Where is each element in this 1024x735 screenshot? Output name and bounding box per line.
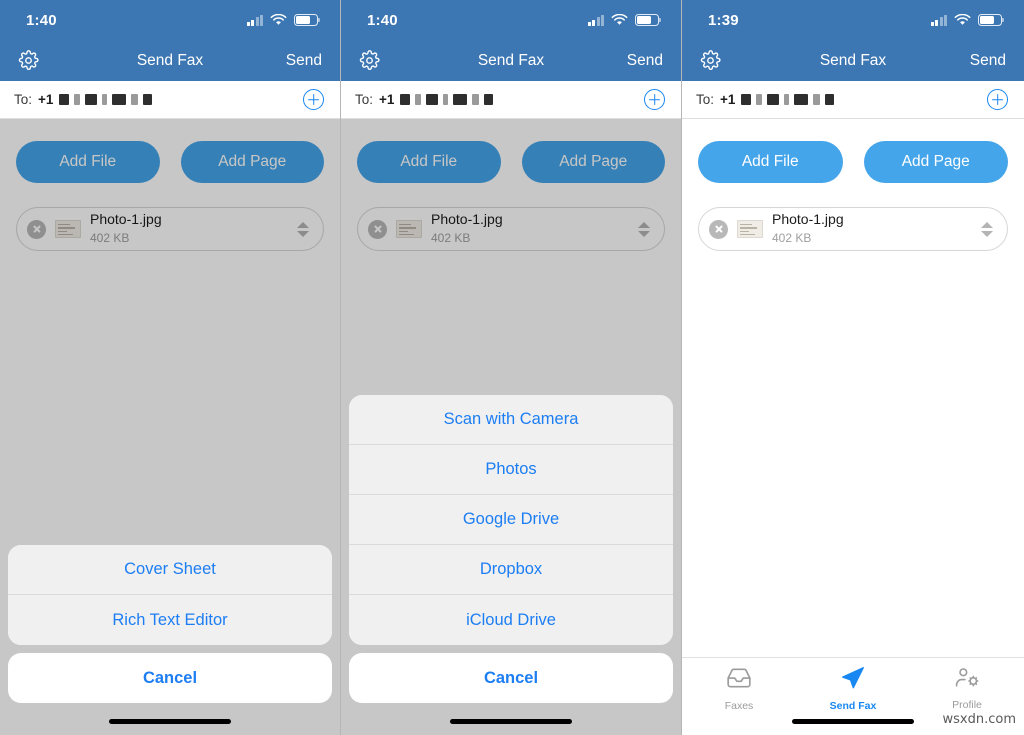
add-recipient-icon[interactable] — [987, 89, 1008, 110]
home-indicator — [792, 719, 914, 724]
status-icons — [587, 14, 662, 26]
status-icons — [246, 14, 321, 26]
add-buttons-row: Add File Add Page — [682, 119, 1024, 183]
tab-send-fax[interactable]: Send Fax — [796, 665, 910, 735]
country-code: +1 — [38, 92, 54, 107]
file-thumbnail — [737, 220, 763, 238]
gear-icon[interactable] — [700, 50, 721, 71]
compose-content: Add File Add Page Photo-1.jpg 402 KB Fax… — [682, 119, 1024, 735]
panel-add-file-sheet: 1:40 Send Fax Send To: +1 Add File Add P… — [341, 0, 682, 735]
wifi-icon — [954, 14, 971, 25]
recipient-label: To: — [14, 92, 33, 107]
action-sheet: Cover Sheet Rich Text Editor Cancel — [8, 545, 332, 703]
panel-cover-sheet-sheet: 1:40 Send Fax Send To: +1 Add File Add P… — [0, 0, 341, 735]
cancel-button[interactable]: Cancel — [8, 653, 332, 703]
panel-compose: 1:39 Send Fax Send To: +1 Add File Add P… — [682, 0, 1024, 735]
file-size: 402 KB — [772, 231, 812, 245]
wifi-icon — [270, 14, 287, 25]
navigation-bar: Send Fax Send — [341, 40, 681, 81]
add-page-button[interactable]: Add Page — [863, 141, 1008, 183]
add-recipient-icon[interactable] — [303, 89, 324, 110]
recipient-field[interactable]: To: +1 — [0, 81, 340, 119]
tab-label: Faxes — [724, 700, 754, 712]
cellular-signal-icon — [587, 14, 604, 26]
recipient-label: To: — [355, 92, 374, 107]
send-button[interactable]: Send — [286, 52, 322, 70]
home-indicator — [450, 719, 572, 724]
status-time: 1:40 — [26, 11, 57, 29]
tab-label: Send Fax — [829, 700, 877, 712]
status-bar: 1:39 — [682, 0, 1024, 40]
recipient-label: To: — [696, 92, 715, 107]
cellular-signal-icon — [246, 14, 263, 26]
send-button[interactable]: Send — [970, 52, 1006, 70]
action-sheet-item[interactable]: Scan with Camera — [349, 395, 673, 445]
battery-icon — [294, 14, 321, 26]
action-sheet-group: Cover Sheet Rich Text Editor — [8, 545, 332, 645]
person-gear-icon — [954, 665, 981, 695]
compose-content: Add File Add Page Photo-1.jpg 402 KB Sca… — [341, 119, 681, 735]
battery-icon — [635, 14, 662, 26]
action-sheet-item[interactable]: Photos — [349, 445, 673, 495]
recipient-value: To: +1 — [14, 92, 153, 107]
inbox-tray-icon — [726, 665, 752, 696]
action-sheet-item[interactable]: Dropbox — [349, 545, 673, 595]
file-name: Photo-1.jpg — [772, 210, 844, 227]
action-sheet-item[interactable]: Google Drive — [349, 495, 673, 545]
cellular-signal-icon — [930, 14, 947, 26]
close-circle-icon[interactable] — [709, 219, 728, 239]
redacted-phone-number — [741, 93, 835, 106]
action-sheet: Scan with Camera Photos Google Drive Dropbo… — [349, 395, 673, 703]
country-code: +1 — [379, 92, 395, 107]
screenshot-strip: 1:40 Send Fax Send To: +1 Add File Add P… — [0, 0, 1024, 735]
redacted-phone-number — [400, 93, 494, 106]
home-indicator — [109, 719, 231, 724]
action-sheet-item[interactable]: iCloud Drive — [349, 595, 673, 645]
status-icons — [930, 14, 1005, 26]
action-sheet-item[interactable]: Rich Text Editor — [8, 595, 332, 645]
battery-icon — [978, 14, 1005, 26]
status-bar: 1:40 — [341, 0, 681, 40]
tab-faxes[interactable]: Faxes — [682, 665, 796, 735]
recipient-field[interactable]: To: +1 — [341, 81, 681, 119]
status-time: 1:39 — [708, 11, 739, 29]
wifi-icon — [611, 14, 628, 25]
add-file-button[interactable]: Add File — [698, 141, 843, 183]
status-bar: 1:40 — [0, 0, 340, 40]
recipient-value: To: +1 — [696, 92, 835, 107]
cancel-button[interactable]: Cancel — [349, 653, 673, 703]
gear-icon[interactable] — [18, 50, 39, 71]
country-code: +1 — [720, 92, 736, 107]
navigation-bar: Send Fax Send — [0, 40, 340, 81]
action-sheet-item[interactable]: Cover Sheet — [8, 545, 332, 595]
status-time: 1:40 — [367, 11, 398, 29]
stepper-icon[interactable] — [980, 221, 993, 237]
attachment-row[interactable]: Photo-1.jpg 402 KB — [698, 207, 1008, 251]
redacted-phone-number — [59, 93, 153, 106]
recipient-value: To: +1 — [355, 92, 494, 107]
recipient-field[interactable]: To: +1 — [682, 81, 1024, 119]
compose-content: Add File Add Page Photo-1.jpg 402 KB Cov… — [0, 119, 340, 735]
add-recipient-icon[interactable] — [644, 89, 665, 110]
gear-icon[interactable] — [359, 50, 380, 71]
tab-label: Profile — [952, 699, 982, 711]
navigation-bar: Send Fax Send — [682, 40, 1024, 81]
paper-plane-icon — [840, 665, 866, 696]
send-button[interactable]: Send — [627, 52, 663, 70]
action-sheet-group: Scan with Camera Photos Google Drive Dropbo… — [349, 395, 673, 645]
watermark: wsxdn.com — [942, 712, 1017, 727]
file-info: Photo-1.jpg 402 KB — [772, 211, 971, 248]
